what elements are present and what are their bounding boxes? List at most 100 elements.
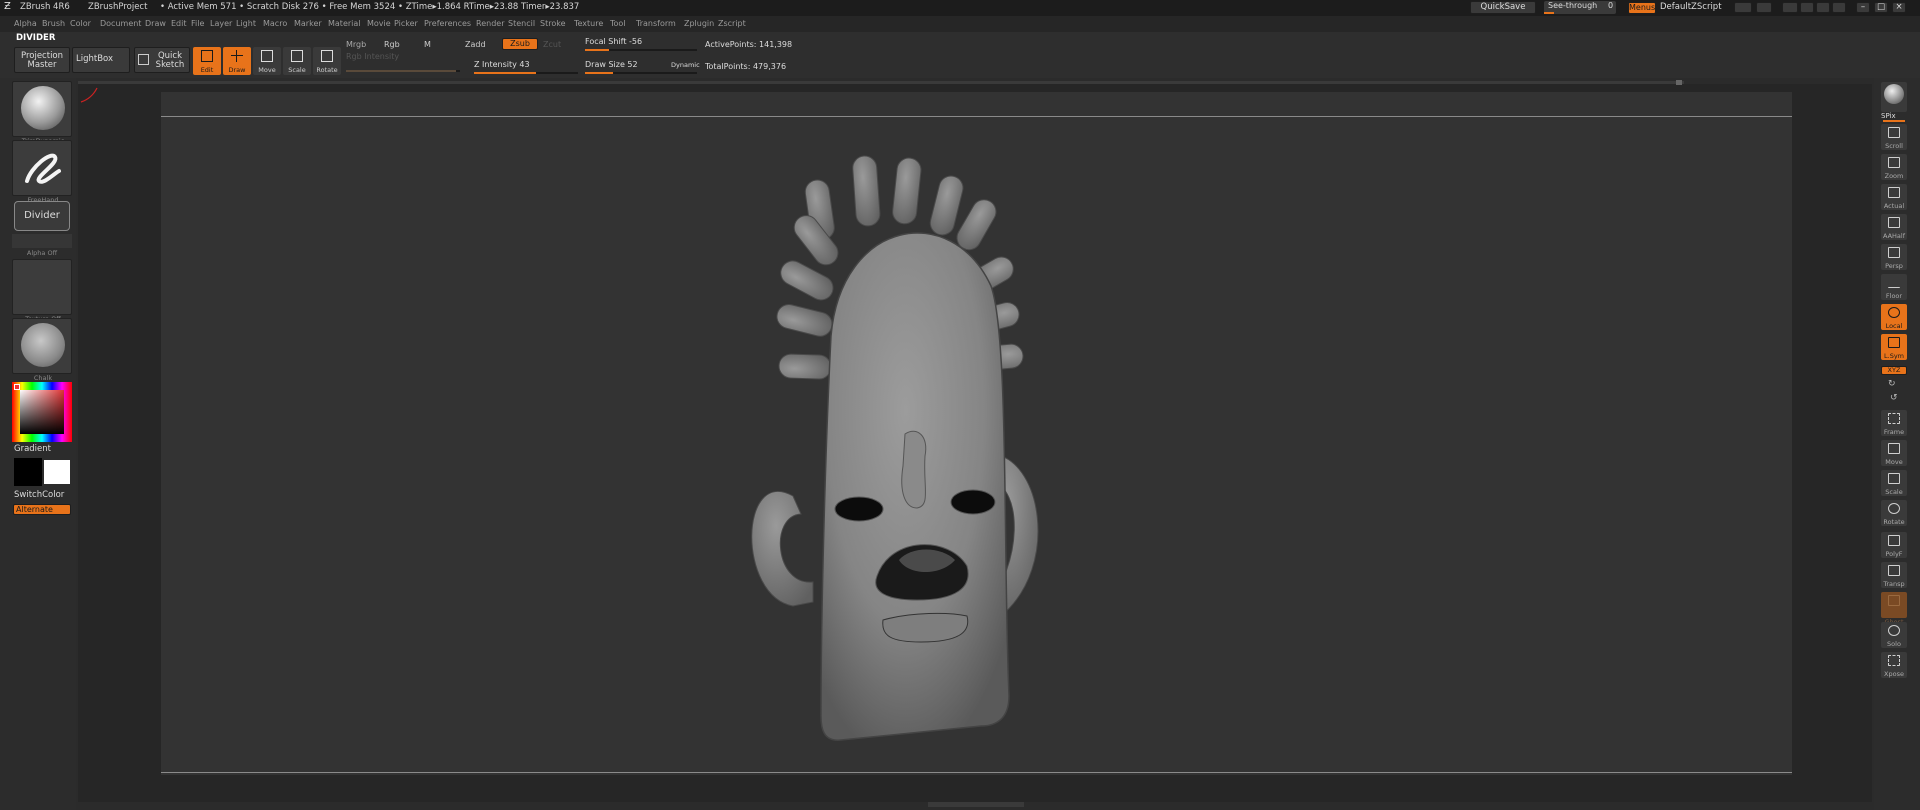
maximize-icon[interactable]: □ bbox=[1874, 2, 1888, 13]
lightbox-button[interactable]: LightBox bbox=[72, 47, 130, 73]
persp-button[interactable]: Persp bbox=[1881, 244, 1907, 270]
aahalf-button[interactable]: AAHalf bbox=[1881, 214, 1907, 240]
document-canvas[interactable] bbox=[80, 87, 1792, 775]
menu-tool[interactable]: Tool bbox=[610, 19, 626, 28]
menu-brush[interactable]: Brush bbox=[42, 19, 65, 28]
edit-button[interactable]: Edit bbox=[193, 47, 221, 75]
draw-button[interactable]: Draw bbox=[223, 47, 251, 75]
menu-alpha[interactable]: Alpha bbox=[14, 19, 37, 28]
brush-selector[interactable]: TrimDynamic bbox=[12, 81, 72, 145]
menu-color[interactable]: Color bbox=[70, 19, 91, 28]
rotate-view-button[interactable]: Rotate bbox=[1881, 500, 1907, 526]
material-selector[interactable]: Chalk bbox=[12, 318, 72, 382]
menu-zscript[interactable]: Zscript bbox=[718, 19, 746, 28]
menu-zplugin[interactable]: Zplugin bbox=[684, 19, 714, 28]
menu-edit[interactable]: Edit bbox=[171, 19, 187, 28]
scale-button[interactable]: Scale bbox=[283, 47, 311, 75]
menu-texture[interactable]: Texture bbox=[574, 19, 603, 28]
menu-macro[interactable]: Macro bbox=[263, 19, 287, 28]
solo-button[interactable]: Solo bbox=[1881, 622, 1907, 648]
menu-stroke[interactable]: Stroke bbox=[540, 19, 566, 28]
menu-render[interactable]: Render bbox=[476, 19, 504, 28]
canvas-scroll-ruler[interactable] bbox=[78, 81, 1684, 84]
see-through-slider[interactable]: See-through 0 bbox=[1544, 1, 1616, 14]
menus-button[interactable]: Menus bbox=[1628, 2, 1656, 14]
default-zscript-button[interactable]: DefaultZScript bbox=[1660, 2, 1722, 12]
menu-stencil[interactable]: Stencil bbox=[508, 19, 535, 28]
menu-file[interactable]: File bbox=[191, 19, 204, 28]
rotate-y-icon[interactable]: ↻ bbox=[1888, 379, 1896, 389]
menu-light[interactable]: Light bbox=[236, 19, 256, 28]
window-cascade-icon[interactable] bbox=[1782, 2, 1798, 13]
menu-draw[interactable]: Draw bbox=[145, 19, 166, 28]
draw-size-slider[interactable]: Draw Size 52 bbox=[585, 60, 638, 69]
ruler-handle[interactable] bbox=[1676, 80, 1682, 85]
dynamic-toggle[interactable]: Dynamic bbox=[671, 61, 700, 69]
zcut-button[interactable]: Zcut bbox=[543, 40, 561, 49]
scroll-button[interactable]: Scroll bbox=[1881, 124, 1907, 150]
focal-shift-track[interactable] bbox=[585, 49, 697, 51]
z-intensity-slider[interactable]: Z Intensity 43 bbox=[474, 60, 530, 69]
menu-material[interactable]: Material bbox=[328, 19, 361, 28]
minimize-icon[interactable]: – bbox=[1856, 2, 1870, 13]
menu-picker[interactable]: Picker bbox=[394, 19, 418, 28]
main-color-swatch[interactable] bbox=[14, 458, 42, 486]
alternate-button[interactable]: Alternate bbox=[13, 504, 71, 515]
move-view-button[interactable]: Move bbox=[1881, 440, 1907, 466]
zsub-button[interactable]: Zsub bbox=[502, 38, 538, 50]
gradient-label[interactable]: Gradient bbox=[14, 444, 51, 454]
mask-model[interactable] bbox=[741, 136, 1201, 756]
color-square[interactable] bbox=[20, 390, 64, 434]
menu-document[interactable]: Document bbox=[100, 19, 141, 28]
menu-movie[interactable]: Movie bbox=[367, 19, 391, 28]
layout-right-icon[interactable] bbox=[1756, 2, 1772, 13]
draw-size-track[interactable] bbox=[585, 72, 697, 74]
frame-button[interactable]: Frame bbox=[1881, 410, 1907, 436]
texture-selector[interactable]: Texture Off bbox=[12, 259, 72, 323]
spix-slider[interactable] bbox=[1883, 120, 1905, 122]
move-button[interactable]: Move bbox=[253, 47, 281, 75]
transp-button[interactable]: Transp bbox=[1881, 562, 1907, 588]
ghost-button[interactable]: Ghost bbox=[1881, 592, 1907, 626]
switch-color-button[interactable]: SwitchColor bbox=[14, 490, 64, 500]
material-preview-button[interactable] bbox=[1881, 82, 1907, 112]
rgb-button[interactable]: Rgb bbox=[384, 40, 400, 49]
window-tile-icon[interactable] bbox=[1816, 2, 1830, 13]
alpha-selector[interactable]: Alpha Off bbox=[12, 234, 72, 257]
divider-button[interactable]: Divider bbox=[14, 201, 70, 231]
bottom-tray-handle[interactable] bbox=[928, 802, 1024, 807]
zoom-button[interactable]: Zoom bbox=[1881, 154, 1907, 180]
xpose-button[interactable]: Xpose bbox=[1881, 652, 1907, 678]
menu-marker[interactable]: Marker bbox=[294, 19, 322, 28]
stroke-selector[interactable]: FreeHand bbox=[12, 140, 72, 204]
scale-view-button[interactable]: Scale bbox=[1881, 470, 1907, 496]
polyf-button[interactable]: PolyF bbox=[1881, 532, 1907, 558]
floor-button[interactable]: Floor bbox=[1881, 274, 1907, 300]
local-button[interactable]: Local bbox=[1881, 304, 1907, 330]
menu-preferences[interactable]: Preferences bbox=[424, 19, 471, 28]
close-icon[interactable]: × bbox=[1892, 2, 1906, 13]
mrgb-button[interactable]: Mrgb bbox=[346, 40, 366, 49]
secondary-color-swatch[interactable] bbox=[44, 460, 70, 484]
projection-master-button[interactable]: Projection Master bbox=[14, 47, 70, 73]
rgb-intensity-track[interactable] bbox=[346, 70, 460, 72]
lsym-button[interactable]: L.Sym bbox=[1881, 334, 1907, 360]
rotate-button[interactable]: Rotate bbox=[313, 47, 341, 75]
window-grid-icon[interactable] bbox=[1800, 2, 1814, 13]
layout-left-icon[interactable] bbox=[1734, 2, 1752, 13]
menu-layer[interactable]: Layer bbox=[210, 19, 232, 28]
z-intensity-track[interactable] bbox=[474, 72, 578, 74]
quick-sketch-button[interactable]: Quick Sketch bbox=[134, 47, 190, 73]
spix-label[interactable]: SPix bbox=[1881, 112, 1896, 120]
menu-transform[interactable]: Transform bbox=[636, 19, 676, 28]
rotate-z-icon[interactable]: ↺ bbox=[1890, 393, 1898, 403]
lock-icon[interactable] bbox=[1832, 2, 1846, 13]
rgb-intensity-slider[interactable]: Rgb Intensity bbox=[346, 52, 399, 61]
focal-shift-slider[interactable]: Focal Shift -56 bbox=[585, 37, 642, 46]
xyz-button[interactable]: XYZ bbox=[1881, 366, 1907, 375]
m-button[interactable]: M bbox=[424, 40, 431, 49]
actual-button[interactable]: Actual bbox=[1881, 184, 1907, 210]
zadd-button[interactable]: Zadd bbox=[465, 40, 486, 49]
quicksave-button[interactable]: QuickSave bbox=[1470, 1, 1536, 14]
color-picker[interactable] bbox=[12, 382, 72, 442]
